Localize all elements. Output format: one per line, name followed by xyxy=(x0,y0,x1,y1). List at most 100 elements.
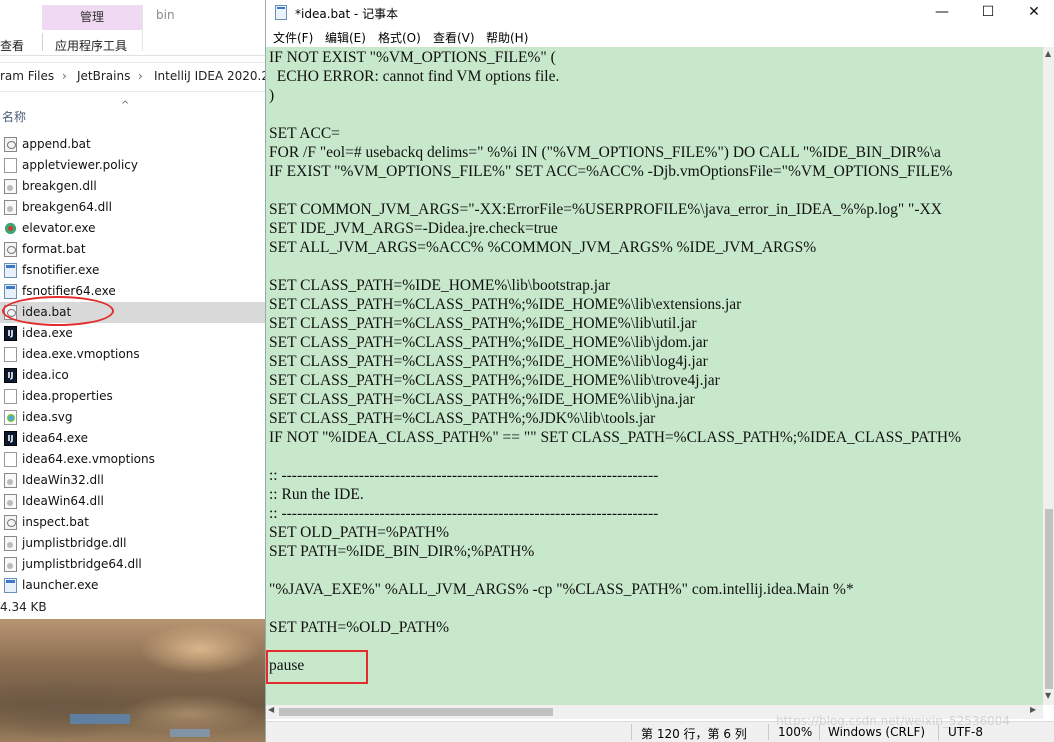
bat-file-icon xyxy=(4,305,17,320)
minimize-button[interactable]: — xyxy=(919,0,965,26)
document-icon xyxy=(4,452,17,467)
code-line: SET CLASS_PATH=%CLASS_PATH%;%IDE_HOME%\l… xyxy=(269,372,720,389)
breadcrumb-separator-icon: › xyxy=(138,69,143,83)
exe-file-icon xyxy=(4,578,17,593)
scroll-right-icon[interactable]: ▶ xyxy=(1030,705,1036,714)
file-item[interactable]: IdeaWin32.dll xyxy=(0,470,265,491)
file-item[interactable]: idea64.exe.vmoptions xyxy=(0,449,265,470)
exe-file-icon xyxy=(4,263,17,278)
scroll-down-icon[interactable]: ▼ xyxy=(1045,691,1051,700)
selected-size: 4.34 KB xyxy=(0,600,47,614)
menu-bar: 文件(F) 编辑(E) 格式(O) 查看(V) 帮助(H) xyxy=(266,27,1054,47)
horizontal-scroll-thumb[interactable] xyxy=(279,708,553,716)
app-tools-tab[interactable]: 应用程序工具 xyxy=(55,37,127,54)
dll-file-icon xyxy=(4,557,17,572)
scroll-up-icon[interactable]: ▲ xyxy=(1045,49,1051,58)
file-item[interactable]: idea.bat xyxy=(0,302,265,323)
code-line: IF NOT "%IDEA_CLASS_PATH%" == "" SET CLA… xyxy=(269,429,962,446)
file-item[interactable]: jumplistbridge64.dll xyxy=(0,554,265,575)
name-column-label[interactable]: 名称 xyxy=(2,108,26,125)
file-name: breakgen.dll xyxy=(22,179,97,193)
file-item[interactable]: inspect.bat xyxy=(0,512,265,533)
file-name: jumplistbridge64.dll xyxy=(22,557,142,571)
file-item[interactable]: jumplistbridge.dll xyxy=(0,533,265,554)
file-item[interactable]: fsnotifier64.exe xyxy=(0,281,265,302)
file-name: launcher.exe xyxy=(22,578,99,592)
code-line: SET CLASS_PATH=%CLASS_PATH%;%JDK%\lib\to… xyxy=(269,410,656,427)
breadcrumb-jetbrains[interactable]: JetBrains xyxy=(77,69,130,83)
dll-file-icon xyxy=(4,536,17,551)
breadcrumb-intellij[interactable]: IntelliJ IDEA 2020.2 xyxy=(154,69,265,83)
view-tab[interactable]: 查看 xyxy=(0,37,24,54)
bat-file-icon xyxy=(4,242,17,257)
file-item[interactable]: IJ idea.ico xyxy=(0,365,265,386)
file-name: inspect.bat xyxy=(22,515,89,529)
breadcrumb-program-files[interactable]: ram Files xyxy=(0,69,54,83)
code-line: SET IDE_JVM_ARGS=-Didea.jre.check=true xyxy=(269,220,558,237)
file-item[interactable]: format.bat xyxy=(0,239,265,260)
menu-edit[interactable]: 编辑(E) xyxy=(325,29,366,46)
file-name: idea.bat xyxy=(22,305,72,319)
document-icon xyxy=(4,389,17,404)
file-item[interactable]: append.bat xyxy=(0,134,265,155)
address-bar[interactable]: ram Files › JetBrains › IntelliJ IDEA 20… xyxy=(0,62,265,92)
code-line: SET PATH=%IDE_BIN_DIR%;%PATH% xyxy=(269,543,535,560)
file-name: idea64.exe.vmoptions xyxy=(22,452,155,466)
notepad-window: *idea.bat - 记事本 — ☐ ✕ 文件(F) 编辑(E) 格式(O) … xyxy=(265,0,1054,742)
code-line: IF EXIST "%VM_OPTIONS_FILE%" SET ACC=%AC… xyxy=(269,163,953,180)
file-name: fsnotifier.exe xyxy=(22,263,100,277)
code-line: :: Run the IDE. xyxy=(269,486,364,503)
cursor-position: 第 120 行，第 6 列 xyxy=(641,727,747,741)
code-line: SET CLASS_PATH=%IDE_HOME%\lib\bootstrap.… xyxy=(269,277,611,294)
file-item[interactable]: idea.properties xyxy=(0,386,265,407)
file-name: IdeaWin64.dll xyxy=(22,494,104,508)
code-line: SET OLD_PATH=%PATH% xyxy=(269,524,449,541)
text-editor-area[interactable]: IF NOT EXIST "%VM_OPTIONS_FILE%" ( ECHO … xyxy=(266,47,1043,705)
code-line: pause xyxy=(269,657,305,674)
dll-file-icon xyxy=(4,473,17,488)
file-name: format.bat xyxy=(22,242,86,256)
menu-file[interactable]: 文件(F) xyxy=(273,29,313,46)
bat-file-icon xyxy=(4,137,17,152)
code-line: SET PATH=%OLD_PATH% xyxy=(269,619,449,636)
file-item[interactable]: IdeaWin64.dll xyxy=(0,491,265,512)
vertical-scrollbar[interactable]: ▲ ▼ xyxy=(1043,47,1054,705)
sort-ascending-icon: ^ xyxy=(121,100,130,111)
file-item[interactable]: idea.svg xyxy=(0,407,265,428)
ribbon-divider xyxy=(42,33,43,51)
title-bar[interactable]: *idea.bat - 记事本 — ☐ ✕ xyxy=(266,0,1054,26)
file-item[interactable]: breakgen64.dll xyxy=(0,197,265,218)
menu-help[interactable]: 帮助(H) xyxy=(486,29,528,46)
svg-file-icon xyxy=(4,410,17,425)
menu-view[interactable]: 查看(V) xyxy=(433,29,475,46)
file-item[interactable]: launcher.exe xyxy=(0,575,265,596)
maximize-button[interactable]: ☐ xyxy=(965,0,1011,26)
manage-tab[interactable]: 管理 xyxy=(42,5,142,30)
code-line: IF NOT EXIST "%VM_OPTIONS_FILE%" ( xyxy=(269,49,556,66)
scroll-left-icon[interactable]: ◀ xyxy=(268,705,274,714)
menu-format[interactable]: 格式(O) xyxy=(378,29,421,46)
document-icon xyxy=(4,347,17,362)
code-line: SET CLASS_PATH=%CLASS_PATH%;%IDE_HOME%\l… xyxy=(269,334,708,351)
close-button[interactable]: ✕ xyxy=(1011,0,1054,26)
intellij-icon: IJ xyxy=(4,368,17,383)
wallpaper-detail xyxy=(70,714,130,724)
code-line: "%JAVA_EXE%" %ALL_JVM_ARGS% -cp "%CLASS_… xyxy=(269,581,854,598)
vertical-scroll-thumb[interactable] xyxy=(1045,509,1053,689)
code-line: SET ALL_JVM_ARGS=%ACC% %COMMON_JVM_ARGS%… xyxy=(269,239,817,256)
column-header[interactable]: ^ 名称 xyxy=(0,100,265,126)
file-name: IdeaWin32.dll xyxy=(22,473,104,487)
file-item[interactable]: elevator.exe xyxy=(0,218,265,239)
file-item[interactable]: breakgen.dll xyxy=(0,176,265,197)
file-name: fsnotifier64.exe xyxy=(22,284,116,298)
dll-file-icon xyxy=(4,179,17,194)
file-list: append.bat appletviewer.policy breakgen.dl… xyxy=(0,134,265,596)
file-item[interactable]: fsnotifier.exe xyxy=(0,260,265,281)
file-item[interactable]: idea.exe.vmoptions xyxy=(0,344,265,365)
file-item[interactable]: IJ idea64.exe xyxy=(0,428,265,449)
file-item[interactable]: IJ idea.exe xyxy=(0,323,265,344)
file-name: idea.ico xyxy=(22,368,69,382)
code-line: :: -------------------------------------… xyxy=(269,467,659,484)
intellij-icon: IJ xyxy=(4,326,17,341)
file-item[interactable]: appletviewer.policy xyxy=(0,155,265,176)
